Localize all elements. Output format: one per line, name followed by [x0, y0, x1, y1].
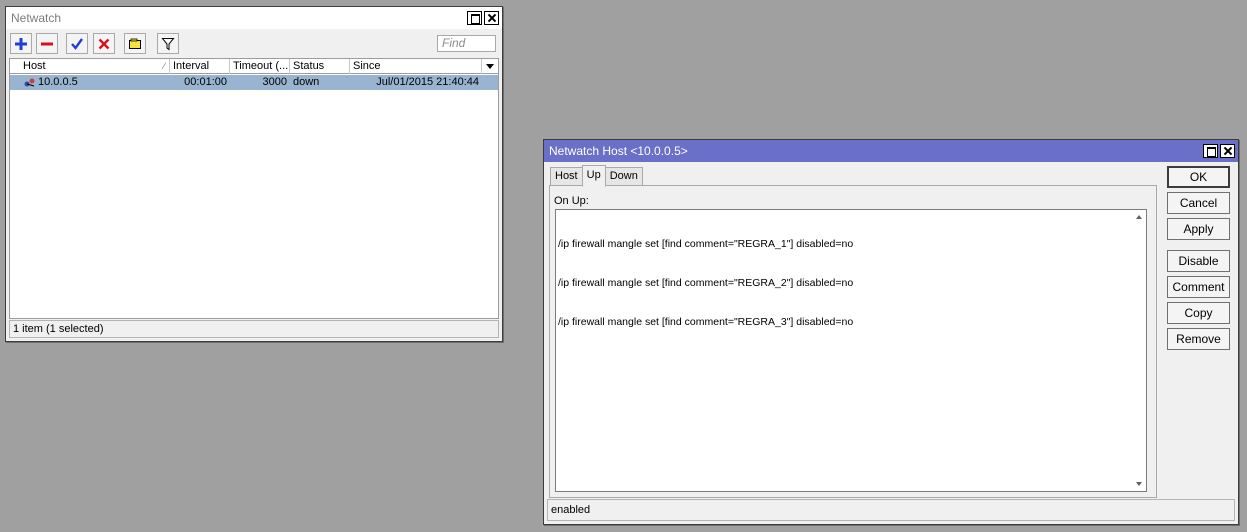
- close-icon[interactable]: [1220, 144, 1235, 158]
- table-row[interactable]: 10.0.0.5 00:01:00 3000 down Jul/01/2015 …: [10, 75, 498, 90]
- filter-button[interactable]: [157, 33, 179, 54]
- plus-icon: [15, 37, 27, 50]
- script-line: /ip firewall mangle set [find comment="R…: [558, 316, 854, 328]
- host-dialog-tabs: Host Up Down: [550, 165, 643, 187]
- add-button[interactable]: [10, 33, 32, 54]
- scroll-down-icon[interactable]: [1136, 482, 1142, 486]
- ok-button[interactable]: OK: [1167, 166, 1230, 188]
- host-dialog-titlebar[interactable]: Netwatch Host <10.0.0.5>: [544, 140, 1238, 162]
- check-icon: [71, 37, 83, 50]
- cell-status: down: [293, 76, 320, 88]
- column-menu-icon[interactable]: [482, 59, 498, 74]
- apply-button[interactable]: Apply: [1167, 218, 1230, 240]
- column-header-timeout[interactable]: Timeout (...: [230, 59, 290, 74]
- maximize-icon[interactable]: [467, 11, 482, 25]
- column-header-host[interactable]: Host ⁄: [20, 59, 170, 74]
- column-header-status[interactable]: Status: [290, 59, 350, 74]
- remove-button[interactable]: [36, 33, 58, 54]
- netwatch-host-dialog: Netwatch Host <10.0.0.5> Host Up Down On…: [543, 139, 1239, 525]
- script-scrollbar[interactable]: [1133, 210, 1146, 491]
- on-up-script-text[interactable]: /ip firewall mangle set [find comment="R…: [558, 212, 1131, 355]
- host-dialog-title: Netwatch Host <10.0.0.5>: [549, 144, 688, 158]
- tab-down[interactable]: Down: [604, 167, 643, 186]
- netwatch-title-buttons: [467, 11, 499, 25]
- tab-panel-up: On Up: /ip firewall mangle set [find com…: [549, 185, 1157, 498]
- comment-icon: [129, 38, 141, 49]
- comment-button[interactable]: Comment: [1167, 276, 1230, 298]
- netwatch-host-icon: [24, 78, 35, 87]
- disable-button[interactable]: [93, 33, 115, 54]
- sort-indicator-icon: ⁄: [163, 61, 165, 71]
- scroll-up-icon[interactable]: [1136, 215, 1142, 219]
- tab-host[interactable]: Host: [550, 167, 583, 186]
- netwatch-titlebar[interactable]: Netwatch: [6, 7, 502, 29]
- enable-button[interactable]: [66, 33, 88, 54]
- netwatch-window: Netwatch Find Host ⁄ Interval Timeout (.…: [5, 6, 503, 342]
- close-icon[interactable]: [484, 11, 499, 25]
- maximize-icon[interactable]: [1203, 144, 1218, 158]
- minus-icon: [41, 42, 53, 45]
- script-line: /ip firewall mangle set [find comment="R…: [558, 238, 854, 250]
- host-dialog-title-buttons: [1203, 144, 1235, 158]
- comment-button[interactable]: [124, 33, 146, 54]
- filter-icon: [161, 37, 175, 50]
- find-input[interactable]: Find: [437, 35, 496, 52]
- on-up-script-textarea[interactable]: /ip firewall mangle set [find comment="R…: [555, 209, 1147, 492]
- cell-host: 10.0.0.5: [38, 76, 78, 88]
- column-header-interval[interactable]: Interval: [170, 59, 230, 74]
- netwatch-title: Netwatch: [11, 11, 62, 25]
- list-header: Host ⁄ Interval Timeout (... Status Sinc…: [10, 59, 498, 74]
- netwatch-status-bar: 1 item (1 selected): [9, 320, 499, 338]
- cancel-button[interactable]: Cancel: [1167, 192, 1230, 214]
- disable-button[interactable]: Disable: [1167, 250, 1230, 272]
- netwatch-list: Host ⁄ Interval Timeout (... Status Sinc…: [9, 58, 499, 319]
- remove-button[interactable]: Remove: [1167, 328, 1230, 350]
- column-header-host-label: Host: [23, 60, 46, 72]
- copy-button[interactable]: Copy: [1167, 302, 1230, 324]
- cell-timeout: 3000: [262, 76, 287, 88]
- netwatch-toolbar: Find: [10, 33, 498, 55]
- column-header-since[interactable]: Since: [350, 59, 482, 74]
- x-icon: [98, 38, 110, 49]
- cell-since: Jul/01/2015 21:40:44: [376, 76, 479, 88]
- script-line: /ip firewall mangle set [find comment="R…: [558, 277, 854, 289]
- on-up-label: On Up:: [554, 195, 589, 207]
- tab-up[interactable]: Up: [581, 165, 606, 187]
- cell-interval: 00:01:00: [184, 76, 227, 88]
- host-dialog-status-bar: enabled: [547, 499, 1235, 521]
